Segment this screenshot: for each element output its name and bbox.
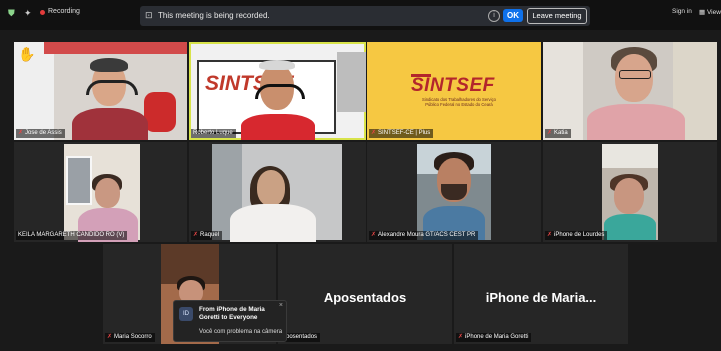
participant-name: Roberto Luque xyxy=(191,129,236,138)
chat-sender: From iPhone de Maria Goretti to Everyone xyxy=(199,306,265,321)
participant-name: ✗ Katia xyxy=(545,129,571,138)
sintsef-subtitle: Sindicato dos Trabalhadores do Serviço P… xyxy=(409,97,509,107)
video-tile-sintsef[interactable]: SINTSEF Sindicato dos Trabalhadores do S… xyxy=(367,42,541,140)
view-label: View xyxy=(706,9,721,16)
video-frame xyxy=(417,144,491,240)
grid-icon: ▦ xyxy=(699,9,707,16)
meeting-topbar: ⛊ ✦ Recording ⊡ This meeting is being re… xyxy=(0,0,721,30)
participant-name: KEILA MARGARETH CANDIDO RO (V) xyxy=(16,231,128,240)
video-tile-katia[interactable]: ✗ Katia xyxy=(543,42,717,140)
background-window xyxy=(66,156,92,205)
mic-muted-icon: ✗ xyxy=(107,334,113,340)
logo-accent xyxy=(411,74,431,77)
chat-avatar: ID xyxy=(179,307,193,321)
video-tile-keila[interactable]: KEILA MARGARETH CANDIDO RO (V) xyxy=(14,142,187,242)
subtitle-line: Público Federal no Estado do Ceará xyxy=(425,102,493,107)
video-frame xyxy=(64,144,140,242)
participant-display-name: Aposentados xyxy=(323,290,407,305)
participant-name: ✗ Jose de Assis xyxy=(16,129,65,138)
recording-banner: ⊡ This meeting is being recorded. i OK L… xyxy=(140,6,590,26)
participant-name-text: Alexandre Moura GT/ACS CEST PR xyxy=(378,232,476,238)
video-frame xyxy=(212,144,342,242)
participant-name-text: SINTSEF-CE | Plus xyxy=(378,130,431,136)
participant-name: ✗ iPhone de Maria Goretti xyxy=(456,333,532,342)
mic-muted-icon: ✗ xyxy=(18,130,24,136)
video-tile-lourdes[interactable]: ✗ iPhone de Lourdes xyxy=(543,142,717,242)
participant-name-text: iPhone de Lourdes xyxy=(554,232,605,238)
ok-button[interactable]: OK xyxy=(503,9,523,22)
info-icon[interactable]: i xyxy=(488,10,500,22)
mic-muted-icon: ✗ xyxy=(547,130,553,136)
participant-name: ✗ iPhone de Lourdes xyxy=(545,231,608,240)
participant-name: ✗ Raquel xyxy=(191,231,223,240)
participant-display-name: iPhone de Maria... xyxy=(485,290,597,305)
video-tile-roberto[interactable]: SINTSEF Roberto Luque xyxy=(189,42,366,140)
view-menu[interactable]: ▦ View xyxy=(699,8,721,16)
mic-muted-icon: ✗ xyxy=(371,232,377,238)
red-chair xyxy=(144,92,176,132)
participant-name-text: Katia xyxy=(554,130,568,136)
participant-name-text: iPhone de Maria Goretti xyxy=(465,334,529,340)
record-icon: ⊡ xyxy=(145,10,153,20)
video-tile-jose[interactable]: ✋ ✗ Jose de Assis xyxy=(14,42,187,140)
video-frame xyxy=(602,144,658,240)
leave-meeting-button[interactable]: Leave meeting xyxy=(527,8,587,24)
participant-name-text: Roberto Luque xyxy=(193,130,233,136)
background-ceiling xyxy=(602,144,658,168)
participant-name-text: Maria Socorro xyxy=(114,334,152,340)
raised-hand-icon: ✋ xyxy=(18,46,36,62)
mic-muted-icon: ✗ xyxy=(458,334,464,340)
chat-message: Você com problema na câmera xyxy=(199,329,283,335)
video-tile-aposentados[interactable]: Aposentados Aposentados xyxy=(278,244,452,344)
video-tile-alexandre[interactable]: ✗ Alexandre Moura GT/ACS CEST PR xyxy=(367,142,541,242)
participant-name-text: Raquel xyxy=(200,232,220,238)
participant-name: ✗ SINTSEF-CE | Plus xyxy=(369,129,434,138)
video-tile-raquel[interactable]: ✗ Raquel xyxy=(189,142,366,242)
mic-muted-icon: ✗ xyxy=(371,130,377,136)
mic-muted-icon: ✗ xyxy=(547,232,553,238)
close-icon[interactable]: × xyxy=(279,302,283,309)
participant-name-text: KEILA MARGARETH CANDIDO RO (V) xyxy=(18,232,125,238)
background-door xyxy=(543,42,583,140)
recording-label: Recording xyxy=(48,8,80,15)
recording-message: This meeting is being recorded. xyxy=(158,11,270,20)
shelf xyxy=(337,52,366,112)
recording-dot-icon xyxy=(40,10,45,15)
shield-icon[interactable]: ⛊ xyxy=(8,8,15,19)
video-tile-maria-goretti[interactable]: iPhone de Maria... ✗ iPhone de Maria Gore… xyxy=(454,244,628,344)
participant-name: ✗ Alexandre Moura GT/ACS CEST PR xyxy=(369,231,479,240)
red-banner xyxy=(44,42,187,54)
participant-name-text: Aposentados xyxy=(282,334,318,340)
pin-icon[interactable]: ✦ xyxy=(24,8,32,19)
participant-name: ✗ Maria Socorro xyxy=(105,333,155,342)
chat-notification[interactable]: × ID From iPhone de Maria Goretti to Eve… xyxy=(173,300,287,342)
mic-muted-icon: ✗ xyxy=(193,232,199,238)
sign-in-link[interactable]: Sign in xyxy=(672,8,692,15)
sintsef-logo-text: SINTSEF xyxy=(411,75,495,96)
participant-name-text: Jose de Assis xyxy=(25,130,62,136)
